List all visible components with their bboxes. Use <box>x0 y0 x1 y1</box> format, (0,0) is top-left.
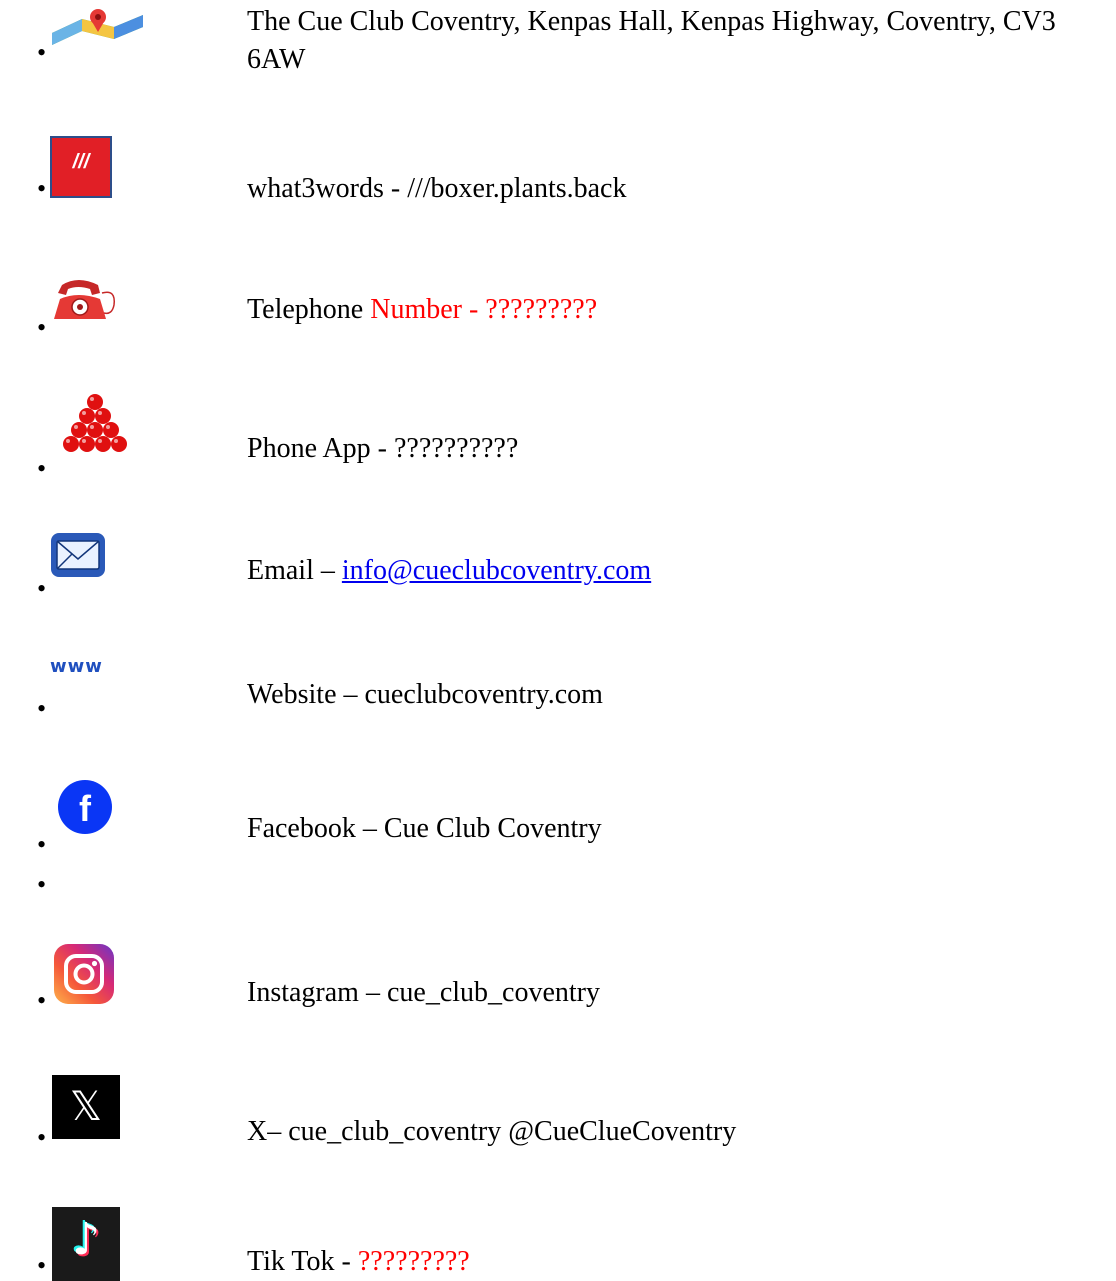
snooker-balls-icon <box>63 394 127 452</box>
telephone-text: Telephone Number - ????????? <box>247 291 1107 329</box>
bullet: • <box>37 986 47 1015</box>
email-text: Email – info@cueclubcoventry.com <box>247 552 1107 590</box>
bullet: • <box>37 870 47 899</box>
what3words-icon: /// <box>50 136 112 198</box>
instagram-icon <box>54 944 114 1004</box>
email-link[interactable]: info@cueclubcoventry.com <box>342 555 651 586</box>
bullet: • <box>37 574 47 603</box>
telephone-value: ????????? <box>485 294 598 325</box>
facebook-icon: f <box>58 780 112 834</box>
envelope-icon <box>51 533 105 577</box>
what3words-text: what3words - ///boxer.plants.back <box>247 173 627 204</box>
facebook-text: Facebook – Cue Club Coventry <box>247 813 602 844</box>
tiktok-icon: ♪ <box>52 1207 120 1281</box>
telephone-label-red: Number - <box>370 294 486 325</box>
tiktok-value: ????????? <box>357 1246 470 1277</box>
x-icon: 𝕏 <box>52 1075 120 1139</box>
email-label: Email – <box>247 555 342 586</box>
telephone-label: Telephone <box>247 294 371 325</box>
www-icon: www <box>50 656 103 677</box>
bullet: • <box>37 454 47 483</box>
bullet: • <box>37 174 47 203</box>
bullet: • <box>37 830 47 859</box>
address-text: The Cue Club Coventry, Kenpas Hall, Kenp… <box>247 6 1056 75</box>
phone-app-text: Phone App - ?????????? <box>247 433 519 464</box>
website-text: Website – cueclubcoventry.com <box>247 679 603 710</box>
map-pin-icon <box>52 9 143 45</box>
bullet: • <box>37 694 47 723</box>
bullet: • <box>37 313 47 342</box>
telephone-icon <box>54 280 115 319</box>
bullet: • <box>37 1251 47 1280</box>
x-text: X– cue_club_coventry @CueClueCoventry <box>247 1116 737 1147</box>
instagram-text: Instagram – cue_club_coventry <box>247 977 600 1008</box>
bullet: • <box>37 38 47 67</box>
bullet: • <box>37 1123 47 1152</box>
tiktok-label: Tik Tok - <box>247 1246 358 1277</box>
tiktok-text: Tik Tok - ????????? <box>247 1243 1107 1281</box>
